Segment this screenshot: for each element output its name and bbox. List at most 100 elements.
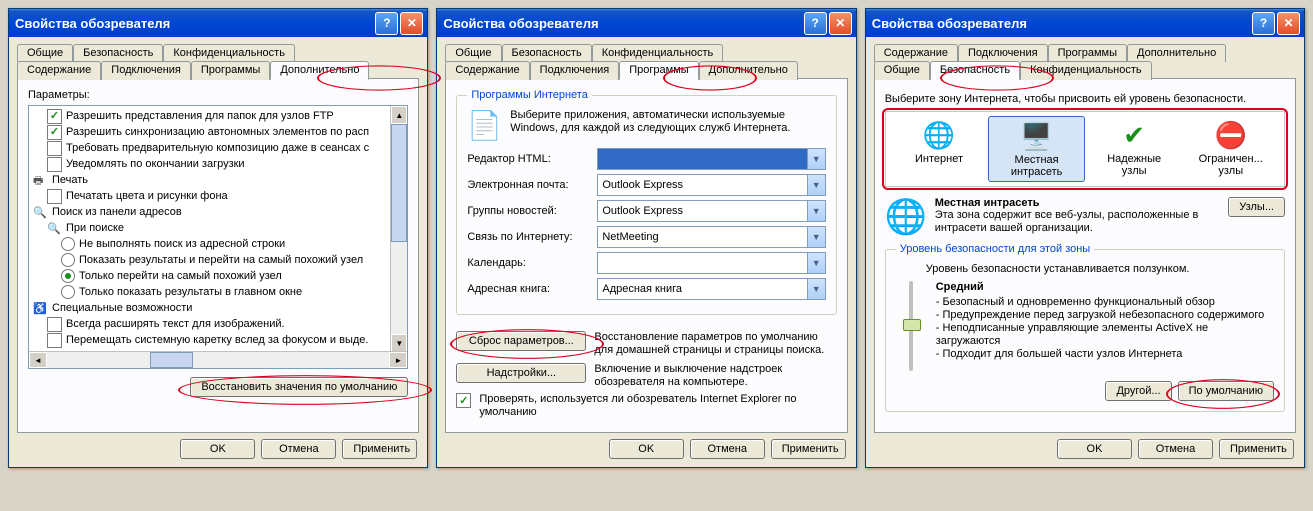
addons-description: Включение и выключение надстроек обозрев… <box>594 363 836 389</box>
zone-internet[interactable]: 🌐 Интернет <box>892 116 987 182</box>
tree-item-label: Печатать цвета и рисунки фона <box>66 188 228 204</box>
checkbox-icon[interactable] <box>47 317 62 332</box>
internet-programs-group: Программы Интернета 📄 Выберите приложени… <box>456 89 836 315</box>
chevron-down-icon[interactable]: ▼ <box>807 227 825 247</box>
zone-trusted[interactable]: ✔ Надежныеузлы <box>1087 116 1182 182</box>
email-label: Электронная почта: <box>467 179 597 191</box>
tab-advanced[interactable]: Дополнительно <box>270 61 369 80</box>
apply-button[interactable]: Применить <box>1219 439 1294 459</box>
checkbox-icon[interactable] <box>47 333 62 348</box>
checkbox-icon[interactable]: ✓ <box>47 109 62 124</box>
cancel-button[interactable]: Отмена <box>690 439 765 459</box>
reset-settings-button[interactable]: Сброс параметров... <box>456 331 586 351</box>
contacts-combo[interactable]: Адресная книга▼ <box>597 278 825 300</box>
zone-intranet[interactable]: 🖥️ Местнаяинтрасеть <box>988 116 1085 182</box>
custom-level-button[interactable]: Другой... <box>1105 381 1171 401</box>
cancel-button[interactable]: Отмена <box>261 439 336 459</box>
globe-large-icon: 🌐 <box>885 197 925 237</box>
tab-privacy[interactable]: Конфиденциальность <box>163 44 295 62</box>
zone-restricted[interactable]: ⛔ Ограничен...узлы <box>1183 116 1278 182</box>
checkbox-icon[interactable] <box>47 189 62 204</box>
tab-connections[interactable]: Подключения <box>958 44 1048 62</box>
tab-privacy[interactable]: Конфиденциальность <box>1020 61 1152 80</box>
settings-tree[interactable]: ✓Разрешить представления для папок для у… <box>28 105 408 369</box>
chevron-down-icon[interactable]: ▼ <box>807 201 825 221</box>
email-combo[interactable]: Outlook Express▼ <box>597 174 825 196</box>
level-name: Средний <box>936 281 1274 293</box>
html-editor-label: Редактор HTML: <box>467 153 597 165</box>
chevron-down-icon[interactable]: ▼ <box>807 279 825 299</box>
tab-general[interactable]: Общие <box>445 44 501 62</box>
internet-call-combo[interactable]: NetMeeting▼ <box>597 226 825 248</box>
cancel-button[interactable]: Отмена <box>1138 439 1213 459</box>
scroll-thumb[interactable] <box>150 352 193 368</box>
tab-advanced[interactable]: Дополнительно <box>699 61 798 80</box>
radio-icon[interactable] <box>61 285 75 299</box>
security-level-group: Уровень безопасности для этой зоны Урове… <box>885 243 1285 412</box>
addons-button[interactable]: Надстройки... <box>456 363 586 383</box>
level-bullet: - Подходит для большей части узлов Интер… <box>936 348 1274 361</box>
scroll-left-icon[interactable]: ◄ <box>29 352 47 368</box>
calendar-combo[interactable]: ▼ <box>597 252 825 274</box>
checkbox-icon[interactable] <box>47 157 62 172</box>
help-button[interactable]: ? <box>1252 12 1275 35</box>
help-button[interactable]: ? <box>804 12 827 35</box>
ok-button[interactable]: OK <box>609 439 684 459</box>
scroll-thumb[interactable] <box>391 124 407 242</box>
close-button[interactable]: ✕ <box>400 12 423 35</box>
radio-icon[interactable] <box>61 269 75 283</box>
security-slider[interactable] <box>896 281 926 371</box>
tab-content[interactable]: Содержание <box>874 44 958 62</box>
apply-button[interactable]: Применить <box>342 439 417 459</box>
tab-programs[interactable]: Программы <box>191 61 270 80</box>
tab-privacy[interactable]: Конфиденциальность <box>592 44 724 62</box>
scroll-down-icon[interactable]: ▼ <box>391 334 407 352</box>
tab-content[interactable]: Содержание <box>445 61 529 80</box>
radio-icon[interactable] <box>61 253 75 267</box>
titlebar[interactable]: Свойства обозревателя ? ✕ <box>9 9 427 37</box>
tab-programs[interactable]: Программы <box>1048 44 1127 62</box>
help-button[interactable]: ? <box>375 12 398 35</box>
ok-button[interactable]: OK <box>1057 439 1132 459</box>
horizontal-scrollbar[interactable]: ◄ ► <box>29 351 407 368</box>
scroll-up-icon[interactable]: ▲ <box>391 106 407 124</box>
tab-security[interactable]: Безопасность <box>930 61 1020 80</box>
checkbox-icon[interactable] <box>47 141 62 156</box>
tab-content[interactable]: Содержание <box>17 61 101 80</box>
ok-button[interactable]: OK <box>180 439 255 459</box>
dialog-title: Свойства обозревателя <box>443 16 801 31</box>
slider-thumb[interactable] <box>903 319 921 331</box>
tab-advanced[interactable]: Дополнительно <box>1127 44 1226 62</box>
close-button[interactable]: ✕ <box>1277 12 1300 35</box>
tab-general[interactable]: Общие <box>17 44 73 62</box>
tab-general[interactable]: Общие <box>874 61 930 80</box>
params-label: Параметры: <box>28 89 408 101</box>
vertical-scrollbar[interactable]: ▲ ▼ <box>390 106 407 352</box>
tab-connections[interactable]: Подключения <box>101 61 191 80</box>
tree-group-label: Специальные возможности <box>52 300 192 316</box>
tab-programs[interactable]: Программы <box>619 61 698 80</box>
restore-defaults-button[interactable]: Восстановить значения по умолчанию <box>190 377 408 397</box>
html-editor-combo[interactable]: ▼ <box>597 148 825 170</box>
scroll-right-icon[interactable]: ► <box>389 352 407 368</box>
checkbox-icon[interactable]: ✓ <box>47 125 62 140</box>
tree-item-label: Не выполнять поиск из адресной строки <box>79 236 285 252</box>
checkbox-icon[interactable]: ✓ <box>456 393 471 408</box>
tab-connections[interactable]: Подключения <box>530 61 620 80</box>
sites-button[interactable]: Узлы... <box>1228 197 1285 217</box>
chevron-down-icon[interactable]: ▼ <box>807 149 825 169</box>
level-hint: Уровень безопасности устанавливается пол… <box>926 263 1274 275</box>
chevron-down-icon[interactable]: ▼ <box>807 253 825 273</box>
tree-item-label: Требовать предварительную композицию даж… <box>66 140 369 156</box>
tab-security[interactable]: Безопасность <box>73 44 163 62</box>
chevron-down-icon[interactable]: ▼ <box>807 175 825 195</box>
radio-icon[interactable] <box>61 237 75 251</box>
close-button[interactable]: ✕ <box>829 12 852 35</box>
apply-button[interactable]: Применить <box>771 439 846 459</box>
titlebar[interactable]: Свойства обозревателя ? ✕ <box>866 9 1304 37</box>
tree-item-label: Только перейти на самый похожий узел <box>79 268 282 284</box>
tab-security[interactable]: Безопасность <box>502 44 592 62</box>
newsgroups-combo[interactable]: Outlook Express▼ <box>597 200 825 222</box>
titlebar[interactable]: Свойства обозревателя ? ✕ <box>437 9 855 37</box>
default-level-button[interactable]: По умолчанию <box>1178 381 1274 401</box>
